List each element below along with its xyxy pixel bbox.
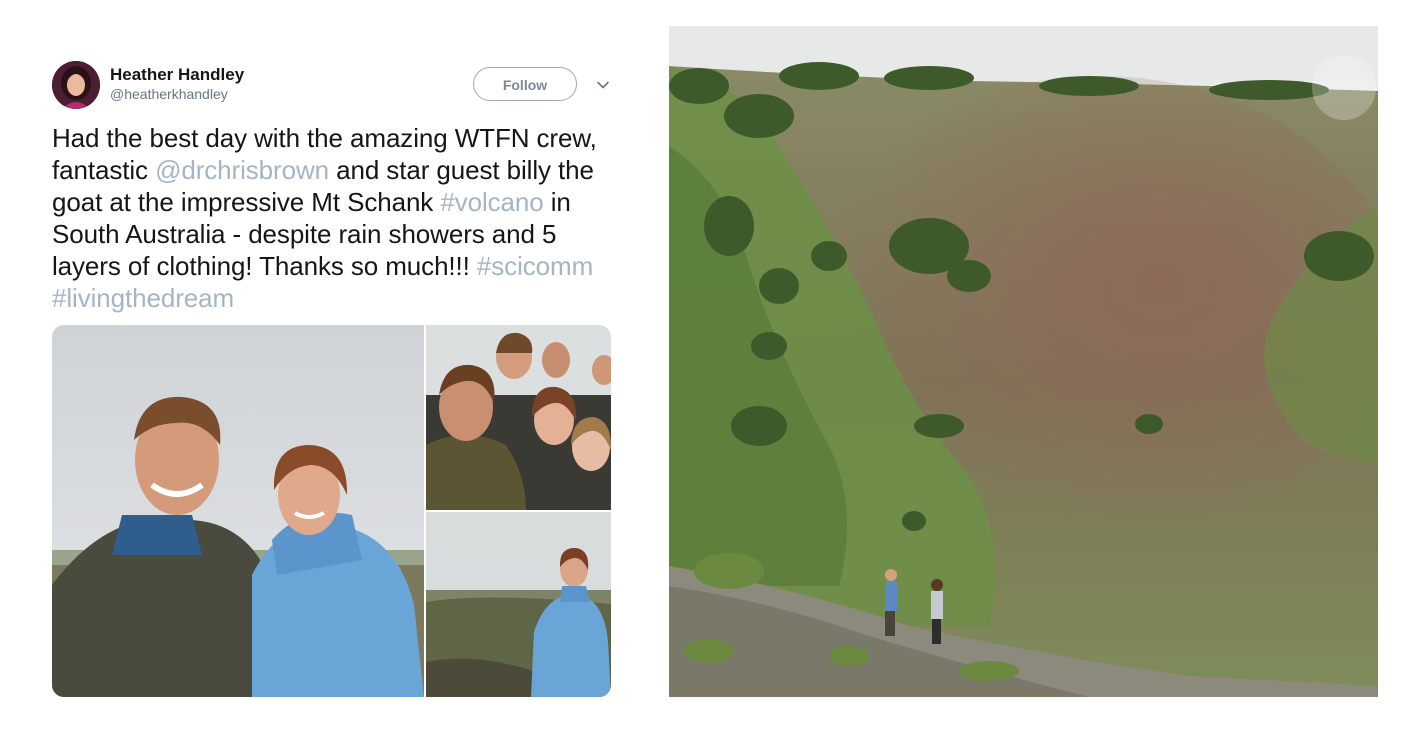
selfie-two-people-photo[interactable] bbox=[52, 325, 424, 697]
tweet-card: Heather Handley @heatherkhandley Follow … bbox=[52, 60, 612, 314]
volcano-crater-landscape-photo[interactable] bbox=[669, 26, 1378, 697]
group-selfie-photo[interactable] bbox=[426, 325, 611, 510]
follow-button[interactable]: Follow bbox=[473, 67, 577, 101]
mention-link[interactable]: @drchrisbrown bbox=[155, 155, 329, 185]
avatar[interactable] bbox=[52, 61, 100, 109]
author-handle[interactable]: @heatherkhandley bbox=[110, 85, 244, 103]
hashtag-link[interactable]: #volcano bbox=[440, 187, 543, 217]
tweet-header: Heather Handley @heatherkhandley Follow bbox=[52, 60, 612, 110]
woman-on-crater-rim-photo[interactable] bbox=[426, 512, 611, 697]
author-display-name[interactable]: Heather Handley bbox=[110, 65, 244, 85]
chevron-down-icon[interactable] bbox=[595, 77, 611, 93]
author-info[interactable]: Heather Handley @heatherkhandley bbox=[110, 65, 244, 103]
avatar-photo bbox=[52, 61, 100, 109]
tweet-media-grid bbox=[52, 325, 611, 697]
tweet-text: Had the best day with the amazing WTFN c… bbox=[52, 122, 612, 314]
hashtag-link[interactable]: #scicomm bbox=[477, 251, 593, 281]
hashtag-link[interactable]: #livingthedream bbox=[52, 283, 234, 313]
